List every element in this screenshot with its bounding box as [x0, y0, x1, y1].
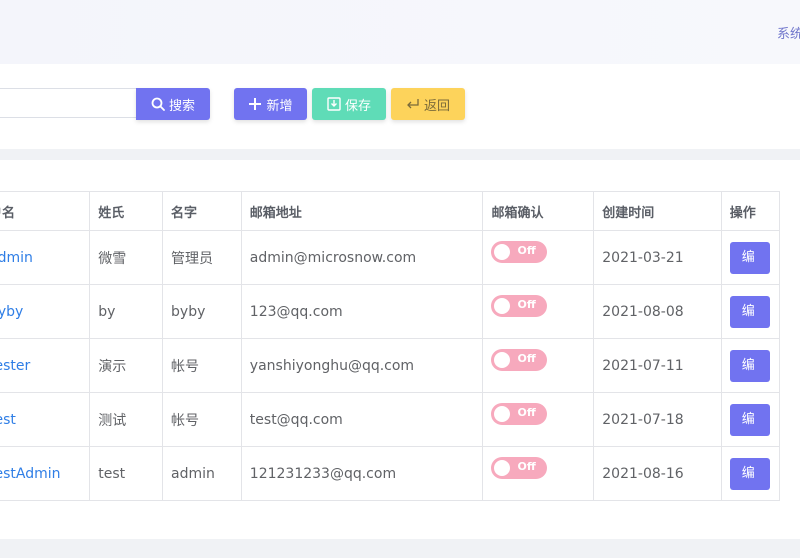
email-confirmed-switch[interactable]: Off [491, 402, 548, 425]
given-name-cell: byby [162, 284, 242, 339]
table-row: testAdmin test admin 121231233@qq.com Of… [0, 446, 781, 501]
created-cell: 2021-07-18 [593, 392, 722, 447]
back-button-label: 返回 [423, 98, 450, 114]
edit-button[interactable]: 编 [729, 295, 770, 328]
search-button[interactable]: 搜索 [136, 88, 210, 120]
table-row: test 测试 帐号 test@qq.com Off 2021-07-18 编 [0, 392, 781, 447]
save-button-label: 保存 [344, 98, 371, 114]
switch-label: Off [517, 351, 536, 365]
switch-knob [494, 351, 511, 368]
surname-cell: 微雪 [89, 230, 164, 285]
table-row: admin 微雪 管理员 admin@microsnow.com Off 202… [0, 230, 781, 285]
created-cell: 2021-03-21 [593, 230, 722, 285]
email-cell: test@qq.com [240, 392, 484, 447]
system-menu-label[interactable]: 系统 [777, 23, 800, 42]
given-name-cell: 帐号 [162, 338, 242, 393]
created-cell: 2021-08-08 [593, 284, 722, 339]
email-cell: admin@microsnow.com [240, 230, 484, 285]
actions-cell: 编 [720, 338, 781, 393]
username-link[interactable]: admin [0, 230, 91, 285]
username-link[interactable]: tester [0, 338, 91, 393]
given-name-cell: 管理员 [162, 230, 242, 285]
table-header-row: 户名 姓氏 名字 邮箱地址 邮箱确认 创建时间 操作 [0, 191, 781, 231]
surname-cell: by [89, 284, 164, 339]
add-button-label: 新增 [266, 98, 293, 114]
page-footer-gap [0, 539, 800, 558]
email-cell: 123@qq.com [240, 284, 484, 339]
email-confirmed-cell: Off [482, 338, 595, 393]
email-confirmed-cell: Off [482, 446, 595, 501]
email-confirmed-switch[interactable]: Off [491, 240, 548, 263]
email-confirmed-cell: Off [482, 284, 595, 339]
edit-button[interactable]: 编 [729, 349, 770, 382]
save-button[interactable]: 保存 [312, 88, 386, 120]
surname-cell: 演示 [89, 338, 164, 393]
actions-cell: 编 [720, 230, 781, 285]
switch-knob [494, 297, 511, 314]
username-link[interactable]: test [0, 392, 91, 447]
email-confirmed-cell: Off [482, 230, 595, 285]
username-link[interactable]: testAdmin [0, 446, 91, 501]
created-cell: 2021-07-11 [593, 338, 722, 393]
email-confirmed-switch[interactable]: Off [491, 294, 548, 317]
given-name-cell: admin [162, 446, 242, 501]
column-header-given-name[interactable]: 名字 [162, 191, 242, 231]
actions-cell: 编 [720, 446, 781, 501]
column-header-email[interactable]: 邮箱地址 [240, 191, 484, 231]
search-button-label: 搜索 [168, 98, 195, 114]
created-cell: 2021-08-16 [593, 446, 722, 501]
column-header-created[interactable]: 创建时间 [593, 191, 722, 231]
column-header-username[interactable]: 户名 [0, 191, 91, 231]
search-icon [151, 97, 165, 111]
search-input[interactable] [0, 88, 136, 118]
email-confirmed-switch[interactable]: Off [491, 456, 548, 479]
back-button[interactable]: 返回 [391, 88, 465, 120]
switch-knob [494, 405, 511, 422]
username-link[interactable]: byby [0, 284, 91, 339]
edit-button[interactable]: 编 [729, 457, 770, 490]
email-cell: yanshiyonghu@qq.com [240, 338, 484, 393]
save-icon [327, 97, 341, 111]
surname-cell: test [89, 446, 164, 501]
switch-label: Off [517, 243, 536, 257]
edit-button[interactable]: 编 [729, 403, 770, 436]
add-button[interactable]: 新增 [234, 88, 307, 120]
column-header-email-confirmed[interactable]: 邮箱确认 [482, 191, 595, 231]
given-name-cell: 帐号 [162, 392, 242, 447]
email-confirmed-switch[interactable]: Off [491, 348, 548, 371]
column-header-surname[interactable]: 姓氏 [89, 191, 164, 231]
user-table: 户名 姓氏 名字 邮箱地址 邮箱确认 创建时间 操作 admin 微雪 管理员 … [0, 191, 781, 501]
actions-cell: 编 [720, 392, 781, 447]
switch-label: Off [517, 297, 536, 311]
plus-icon [248, 97, 262, 111]
column-header-actions: 操作 [720, 191, 781, 231]
table-row: tester 演示 帐号 yanshiyonghu@qq.com Off 202… [0, 338, 781, 393]
email-confirmed-cell: Off [482, 392, 595, 447]
switch-knob [494, 243, 511, 260]
actions-cell: 编 [720, 284, 781, 339]
top-header: 系统 [0, 0, 800, 64]
surname-cell: 测试 [89, 392, 164, 447]
return-arrow-icon [406, 97, 420, 111]
table-row: byby by byby 123@qq.com Off 2021-08-08 编 [0, 284, 781, 339]
switch-knob [494, 459, 511, 476]
switch-label: Off [517, 405, 536, 419]
switch-label: Off [517, 459, 536, 473]
email-cell: 121231233@qq.com [240, 446, 484, 501]
edit-button[interactable]: 编 [729, 241, 770, 274]
